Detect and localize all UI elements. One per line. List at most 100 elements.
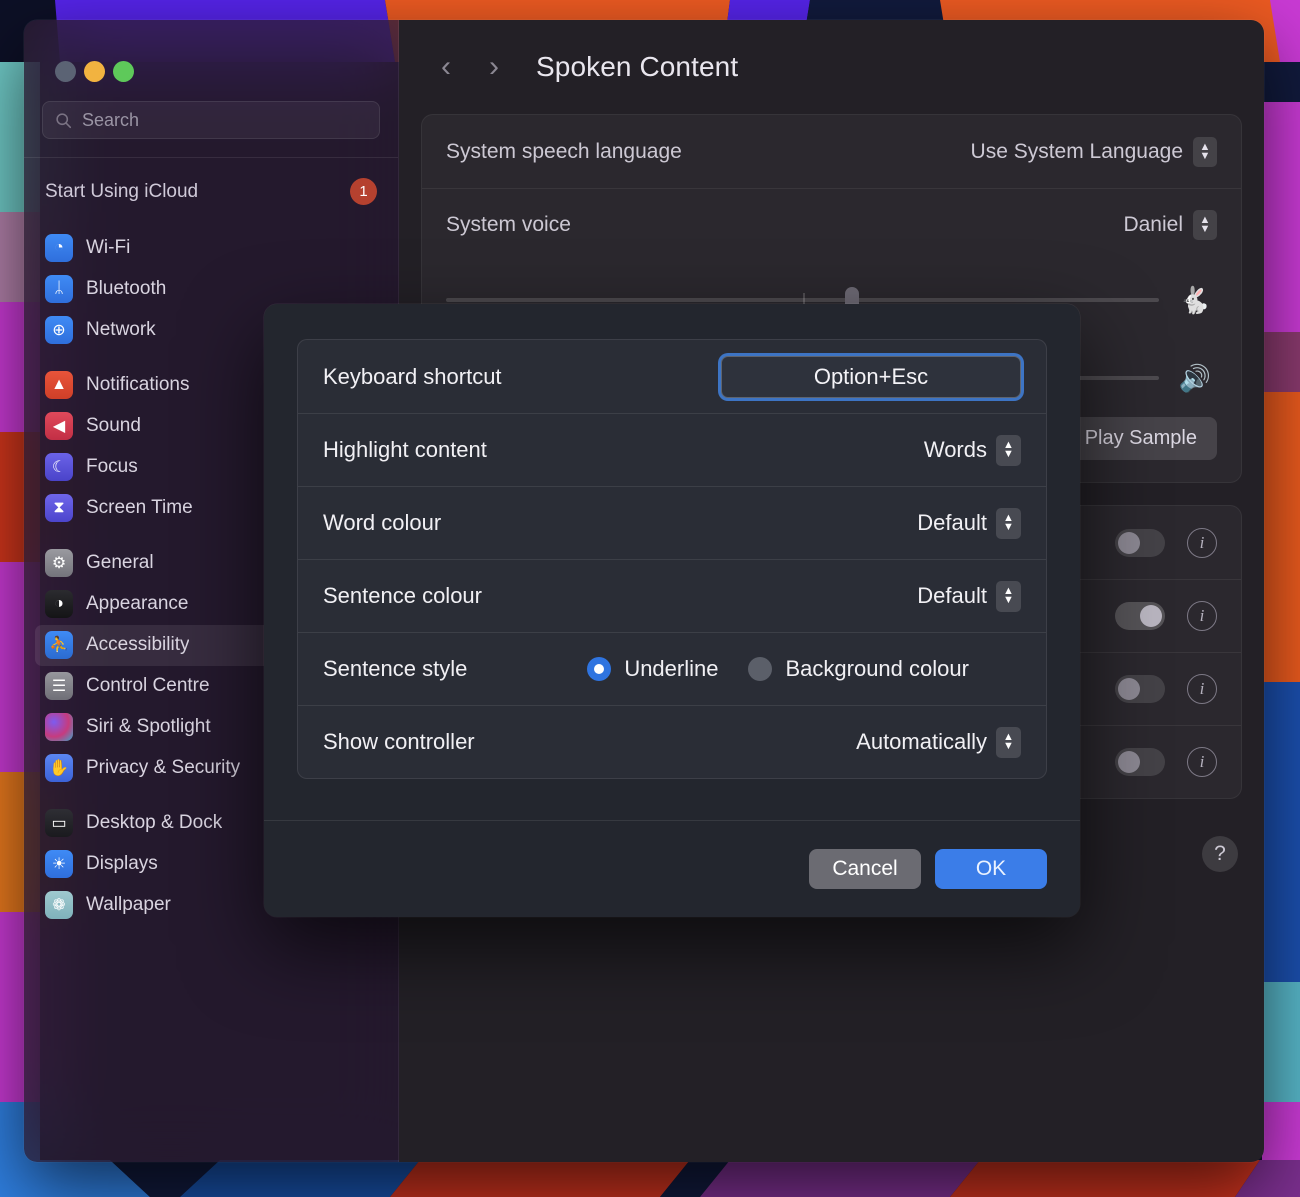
row-label: Highlight content [323, 437, 487, 463]
radio-option-underline[interactable]: Underline [587, 656, 718, 682]
play-sample-button[interactable]: Play Sample [1065, 417, 1217, 460]
window-controls[interactable] [24, 20, 398, 82]
value-text: Default [917, 583, 987, 609]
feature-toggle-1[interactable] [1115, 602, 1165, 630]
search-icon [55, 112, 72, 129]
sidebar-item-label: Privacy & Security [86, 757, 240, 779]
dialog-row-show-controller[interactable]: Show controller Automatically ▲▼ [298, 705, 1046, 778]
dialog-row-highlight-content[interactable]: Highlight content Words ▲▼ [298, 413, 1046, 486]
dialog-row-word-colour[interactable]: Word colour Default ▲▼ [298, 486, 1046, 559]
dialog-row-sentence-colour[interactable]: Sentence colour Default ▲▼ [298, 559, 1046, 632]
row-value[interactable]: Use System Language ▲▼ [971, 137, 1217, 167]
sidebar-item-label: Appearance [86, 593, 188, 615]
sidebar-item-label: Accessibility [86, 634, 189, 656]
hourglass-icon: ⧗ [45, 494, 73, 522]
info-icon[interactable]: i [1187, 674, 1217, 704]
search-container [24, 82, 398, 139]
sidebar-item-label: Notifications [86, 374, 190, 396]
help-button[interactable]: ? [1202, 836, 1238, 872]
back-button[interactable]: ‹ [424, 45, 468, 89]
search-input[interactable] [82, 110, 367, 131]
wallpaper-icon: ❁ [45, 891, 73, 919]
sidebar-item-label: Desktop & Dock [86, 812, 222, 834]
cancel-button[interactable]: Cancel [809, 849, 921, 889]
radio-icon[interactable] [587, 657, 611, 681]
zoom-button[interactable] [113, 61, 134, 82]
forward-button[interactable]: › [472, 45, 516, 89]
close-button[interactable] [55, 61, 76, 82]
value-text: Daniel [1123, 213, 1183, 237]
status-badge: 1 [350, 178, 377, 205]
sidebar-item-label: General [86, 552, 154, 574]
row-label: Show controller [323, 729, 475, 755]
row-system-voice[interactable]: System voice Daniel ▲▼ [422, 188, 1241, 261]
sidebar-item-label: Wallpaper [86, 894, 171, 916]
sidebar-item-label: Focus [86, 456, 138, 478]
control-centre-icon: ☰ [45, 672, 73, 700]
dialog-options-card: Keyboard shortcut Option+Esc Highlight c… [297, 339, 1047, 779]
highlight-content-popup[interactable]: Words ▲▼ [924, 435, 1021, 466]
keyboard-shortcut-button[interactable]: Option+Esc [721, 356, 1021, 398]
brightness-icon: ☀ [45, 850, 73, 878]
hand-icon: ✋ [45, 754, 73, 782]
chevron-updown-icon[interactable]: ▲▼ [996, 508, 1021, 539]
accessibility-icon: ⛹ [45, 631, 73, 659]
value-text: Use System Language [971, 140, 1183, 164]
sidebar-item-label: Wi-Fi [86, 237, 130, 259]
bluetooth-icon: ᛦ [45, 275, 73, 303]
gear-icon: ⚙ [45, 549, 73, 577]
sidebar-item-icloud[interactable]: Start Using iCloud 1 [35, 170, 387, 214]
feature-toggle-2[interactable] [1115, 675, 1165, 703]
speaker-icon: ◀ [45, 412, 73, 440]
sidebar-item-label: Siri & Spotlight [86, 716, 211, 738]
page-title: Spoken Content [536, 51, 738, 83]
speak-selection-options-dialog: Keyboard shortcut Option+Esc Highlight c… [264, 304, 1080, 917]
chevron-updown-icon[interactable]: ▲▼ [996, 581, 1021, 612]
chevron-left-icon: ‹ [441, 50, 451, 84]
row-label: Keyboard shortcut [323, 364, 502, 390]
chevron-updown-icon[interactable]: ▲▼ [1193, 137, 1217, 167]
dialog-row-keyboard-shortcut: Keyboard shortcut Option+Esc [298, 340, 1046, 413]
rabbit-icon: 🐇 [1173, 285, 1217, 316]
siri-icon [45, 713, 73, 741]
chevron-updown-icon[interactable]: ▲▼ [996, 435, 1021, 466]
value-text: Default [917, 510, 987, 536]
show-controller-popup[interactable]: Automatically ▲▼ [856, 727, 1021, 758]
bell-icon: ▲ [45, 371, 73, 399]
info-icon[interactable]: i [1187, 747, 1217, 777]
radio-option-background-colour[interactable]: Background colour [748, 656, 968, 682]
feature-toggle-0[interactable] [1115, 529, 1165, 557]
row-label: Sentence colour [323, 583, 482, 609]
chevron-updown-icon[interactable]: ▲▼ [996, 727, 1021, 758]
globe-icon: ⊕ [45, 316, 73, 344]
row-value[interactable]: Daniel ▲▼ [1123, 210, 1217, 240]
radio-label: Background colour [785, 656, 968, 682]
moon-icon: ☾ [45, 453, 73, 481]
minimize-button[interactable] [84, 61, 105, 82]
word-colour-popup[interactable]: Default ▲▼ [917, 508, 1021, 539]
sidebar-item-label: Start Using iCloud [45, 181, 198, 203]
row-system-speech-language[interactable]: System speech language Use System Langua… [422, 115, 1241, 188]
search-box[interactable] [42, 101, 380, 139]
sidebar-item-label: Sound [86, 415, 141, 437]
value-text: Words [924, 437, 987, 463]
dialog-row-sentence-style: Sentence style Underline Background colo… [298, 632, 1046, 705]
sidebar-item-label: Control Centre [86, 675, 210, 697]
speaking-rate-slider[interactable] [446, 298, 1159, 302]
toolbar: ‹ › Spoken Content [399, 20, 1264, 114]
sentence-colour-popup[interactable]: Default ▲▼ [917, 581, 1021, 612]
row-label: System voice [446, 213, 571, 237]
wifi-icon: ◔ [45, 234, 73, 262]
ok-button[interactable]: OK [935, 849, 1047, 889]
dialog-footer: Cancel OK [264, 820, 1080, 917]
feature-toggle-3[interactable] [1115, 748, 1165, 776]
system-settings-window: Start Using iCloud 1 ◔Wi-FiᛦBluetooth⊕Ne… [24, 20, 1264, 1162]
radio-icon[interactable] [748, 657, 772, 681]
sidebar-item-wi-fi[interactable]: ◔ Wi-Fi [35, 228, 387, 269]
info-icon[interactable]: i [1187, 601, 1217, 631]
info-icon[interactable]: i [1187, 528, 1217, 558]
chevron-right-icon: › [489, 50, 499, 84]
chevron-updown-icon[interactable]: ▲▼ [1193, 210, 1217, 240]
row-label: System speech language [446, 140, 682, 164]
radio-label: Underline [624, 656, 718, 682]
